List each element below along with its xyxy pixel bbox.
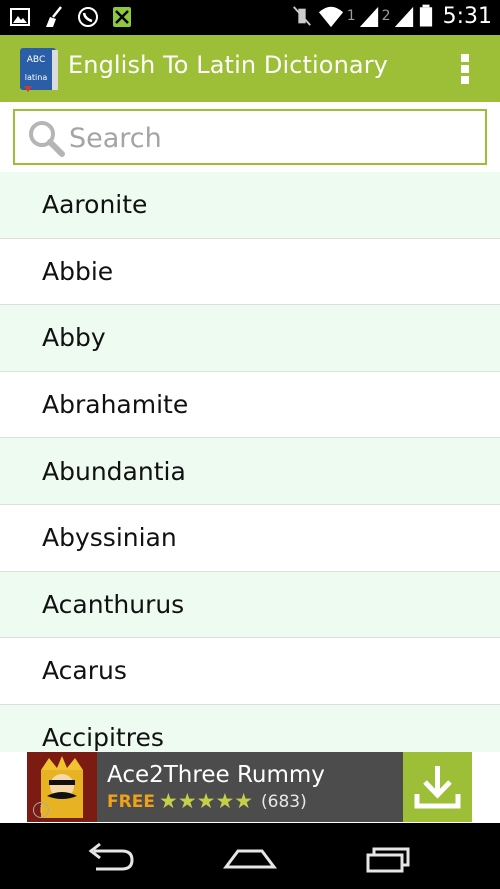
status-bar: 1 2 5:31	[0, 0, 500, 35]
search-box[interactable]	[13, 109, 487, 165]
image-icon	[10, 8, 30, 26]
ad-download-button[interactable]	[403, 752, 472, 822]
download-icon	[414, 766, 461, 809]
list-item[interactable]: Acanthurus	[0, 571, 500, 639]
list-item[interactable]: Abundantia	[0, 438, 500, 505]
wifi-icon	[318, 6, 343, 28]
ad-info-icon[interactable]: i	[33, 802, 49, 818]
mute-icon	[292, 6, 311, 26]
ad-review-count: (683)	[261, 792, 307, 812]
list-item[interactable]: Abrahamite	[0, 371, 500, 439]
ad-rating-stars: ★★★★★	[159, 789, 254, 813]
word-list: Aaronite Abbie Abby Abrahamite Abundanti…	[0, 172, 500, 752]
search-icon	[29, 121, 65, 157]
sim1-label: 1	[346, 8, 356, 24]
signal-icon	[359, 6, 378, 28]
ad-price: FREE	[107, 792, 155, 812]
action-bar: ABC latina English To Latin Dictionary	[0, 35, 500, 102]
home-icon[interactable]	[220, 841, 280, 875]
battery-icon	[419, 4, 432, 27]
app-icon-text-top: ABC	[27, 55, 45, 65]
list-item[interactable]: Abbie	[0, 238, 500, 306]
list-item[interactable]: Abby	[0, 305, 500, 372]
list-item[interactable]: Abyssinian	[0, 504, 500, 572]
navigation-bar	[0, 823, 500, 889]
ad-title: Ace2Three Rummy	[107, 762, 325, 788]
recents-icon[interactable]	[360, 841, 420, 875]
clock: 5:31	[442, 3, 492, 29]
search-input[interactable]	[69, 119, 469, 157]
broom-icon	[46, 6, 62, 27]
signal-icon-2	[394, 6, 413, 28]
app-title: English To Latin Dictionary	[68, 51, 388, 79]
list-item[interactable]: Acarus	[0, 638, 500, 705]
notification-icons	[8, 5, 134, 29]
whatsapp-icon	[78, 7, 98, 27]
list-item[interactable]: Aaronite	[0, 172, 500, 239]
overflow-menu-icon[interactable]	[460, 54, 470, 84]
sim2-label: 2	[381, 8, 391, 24]
list-item[interactable]: Accipitres	[0, 704, 500, 752]
app-logo-icon: ABC latina	[20, 48, 58, 92]
no-sim-icon	[113, 7, 131, 27]
system-status-icons: 1 2 5:31	[291, 3, 492, 29]
back-icon[interactable]	[80, 841, 140, 875]
ad-banner[interactable]: i Ace2Three Rummy FREE ★★★★★ (683)	[27, 752, 472, 822]
app-icon-text-bottom: latina	[25, 73, 48, 82]
